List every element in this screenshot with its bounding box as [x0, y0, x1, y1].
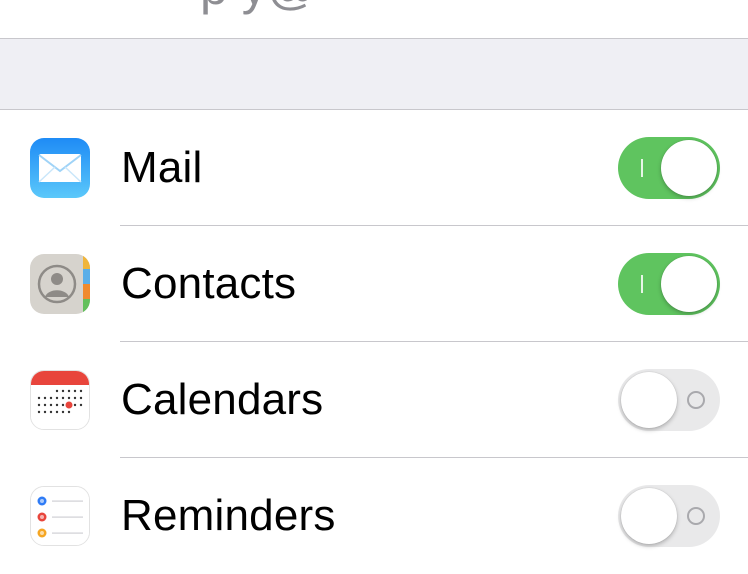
toggle-off-indicator [687, 391, 705, 409]
list-item-contacts: Contacts [0, 226, 748, 342]
reminders-label: Reminders [121, 491, 336, 540]
toggle-on-indicator [641, 159, 643, 177]
calendars-toggle[interactable] [618, 369, 720, 431]
list-item-mail: Mail [0, 110, 748, 226]
toggle-knob [621, 372, 677, 428]
contacts-label: Contacts [121, 259, 297, 308]
toggle-knob [621, 488, 677, 544]
calendars-label: Calendars [121, 375, 324, 424]
list-item-calendars: Calendars [0, 342, 748, 458]
toggle-knob [661, 140, 717, 196]
account-title-partial: p y@ [200, 0, 317, 16]
contacts-app-icon [30, 254, 90, 314]
section-spacer [0, 39, 748, 110]
calendar-app-icon [30, 370, 90, 430]
toggle-off-indicator [687, 507, 705, 525]
sync-settings-list: Mail Contacts Calendars Reminders [0, 110, 748, 574]
mail-toggle[interactable] [618, 137, 720, 199]
reminders-toggle[interactable] [618, 485, 720, 547]
toggle-knob [661, 256, 717, 312]
list-item-reminders: Reminders [0, 458, 748, 574]
mail-app-icon [30, 138, 90, 198]
header-strip: p y@ [0, 0, 748, 39]
mail-label: Mail [121, 143, 203, 192]
contacts-toggle[interactable] [618, 253, 720, 315]
reminders-app-icon [30, 486, 90, 546]
toggle-on-indicator [641, 275, 643, 293]
